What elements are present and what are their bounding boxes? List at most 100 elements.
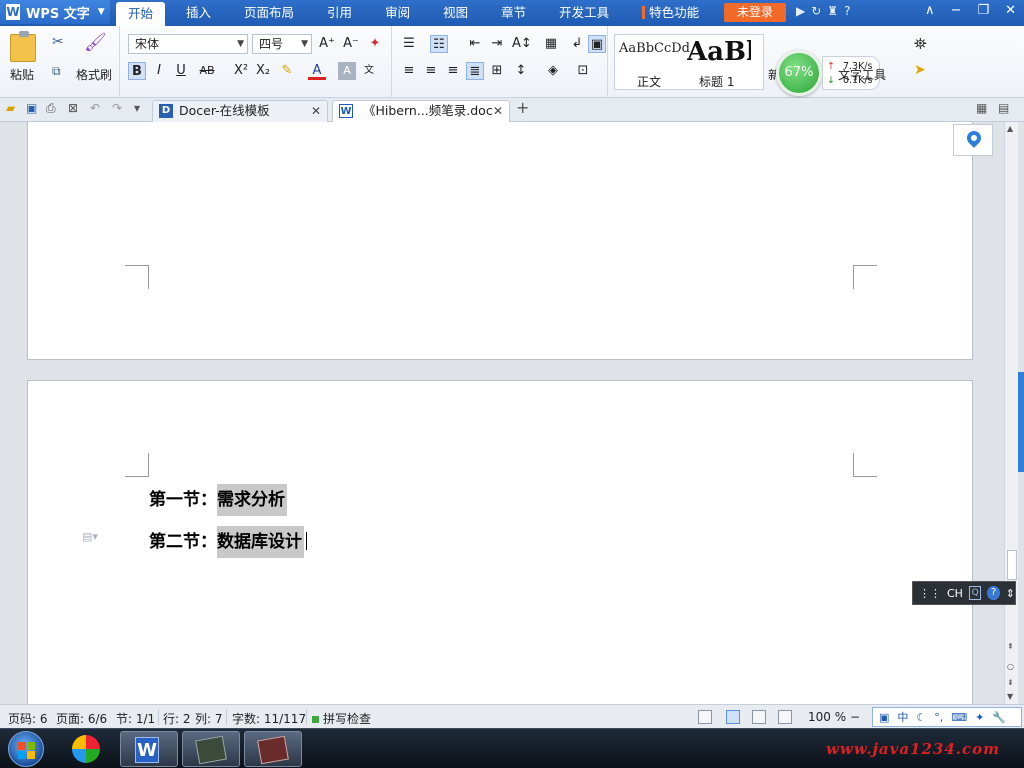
font-color-icon[interactable]: A xyxy=(308,62,326,80)
minimize-icon[interactable]: − xyxy=(951,3,962,18)
underline-icon[interactable]: U xyxy=(172,62,190,80)
find-icon[interactable]: ⛯ xyxy=(914,34,927,54)
paragraph-handle-icon[interactable]: ▤▾ xyxy=(82,530,98,543)
page-6[interactable]: 第一节：需求分析 第二节：数据库设计 xyxy=(27,380,973,704)
char-shading-icon[interactable]: A xyxy=(338,62,356,80)
side-panel-toggle[interactable] xyxy=(1018,372,1024,472)
tab-document[interactable]: W 《Hibern...频笔录.doc ✕ xyxy=(332,100,510,122)
align-center-icon[interactable]: ≡ xyxy=(422,62,440,80)
distribute-icon[interactable]: ⊞ xyxy=(488,62,506,80)
close-tab-icon[interactable]: ✕ xyxy=(311,101,321,121)
progress-circle[interactable]: 67% xyxy=(776,50,822,96)
keyboard-icon[interactable]: ⌨ xyxy=(951,711,967,724)
tab-list-icon[interactable]: ▦ xyxy=(976,101,987,115)
format-painter-label[interactable]: 格式刷 xyxy=(76,66,112,83)
styles-gallery[interactable]: AaBbCcDd AaBl 正文 标题 1 xyxy=(614,34,764,90)
text-tools-button[interactable]: 文字工具 xyxy=(838,66,886,83)
font-size-select[interactable]: 四号 ▼ xyxy=(252,34,312,54)
close-tab-icon[interactable]: ✕ xyxy=(493,101,503,121)
shrink-font-icon[interactable]: A⁻ xyxy=(342,35,360,53)
subscript-icon[interactable]: X₂ xyxy=(254,62,272,80)
scroll-down-icon[interactable]: ▼ xyxy=(1007,692,1013,701)
select-icon[interactable]: ➤ xyxy=(914,62,926,78)
save-icon[interactable]: ▣ xyxy=(26,101,37,115)
prev-page-icon[interactable]: ⇞ xyxy=(1007,642,1014,651)
menu-special-features[interactable]: 特色功能 xyxy=(630,0,711,26)
ime-floating-bar[interactable]: ⋮⋮ CH Q ? ⇕ xyxy=(912,581,1016,605)
ime-pad-icon[interactable]: Q xyxy=(968,586,982,600)
clear-format-icon[interactable]: ✦ xyxy=(366,35,384,53)
scroll-up-icon[interactable]: ▲ xyxy=(1007,124,1013,133)
start-button[interactable] xyxy=(8,731,44,767)
borders-icon[interactable]: ⊡ xyxy=(574,62,592,80)
menu-developer[interactable]: 开发工具 xyxy=(547,0,621,26)
zoom-level[interactable]: 100 % xyxy=(808,710,846,724)
table-grid-icon[interactable]: ▦ xyxy=(542,35,560,53)
section-count[interactable]: 节: 1/1 xyxy=(116,710,155,727)
page-number[interactable]: 页码: 6 xyxy=(8,710,48,727)
outline-view-icon[interactable] xyxy=(752,710,766,724)
help-icon[interactable]: ? xyxy=(844,4,850,18)
superscript-icon[interactable]: X² xyxy=(232,62,250,80)
taskbar-app-recorder[interactable] xyxy=(244,731,302,767)
location-button[interactable] xyxy=(953,124,993,156)
decrease-indent-icon[interactable]: ⇤ xyxy=(466,35,484,53)
section-heading-1[interactable]: 第一节：需求分析 xyxy=(149,484,287,516)
style-heading1[interactable]: 标题 1 xyxy=(699,73,734,90)
font-name-select[interactable]: 宋体 ▼ xyxy=(128,34,248,54)
taskbar-app-color[interactable] xyxy=(60,731,112,767)
restore-icon[interactable]: ❐ xyxy=(977,3,989,18)
redo-icon[interactable]: ↷ xyxy=(112,101,122,115)
strikethrough-icon[interactable]: AB xyxy=(198,62,216,80)
browse-object-icon[interactable]: ○ xyxy=(1007,662,1014,671)
punctuation-icon[interactable]: °, xyxy=(934,711,943,724)
login-button[interactable]: 未登录 xyxy=(724,3,786,22)
vertical-scrollbar[interactable]: ▲ ⇞ ○ ⇟ ▼ xyxy=(1004,122,1018,704)
print-preview-icon[interactable]: ⊠ xyxy=(68,101,78,115)
increase-indent-icon[interactable]: ⇥ xyxy=(488,35,506,53)
wrench-icon[interactable]: 🔧 xyxy=(992,711,1006,724)
highlight-icon[interactable]: ✎ xyxy=(278,62,296,80)
ime-tray-pad-icon[interactable]: ▣ xyxy=(879,711,889,724)
web-view-icon[interactable] xyxy=(778,710,792,724)
tab-docer[interactable]: D Docer-在线模板 ✕ xyxy=(152,100,328,122)
drag-handle-icon[interactable]: ⋮⋮ xyxy=(919,587,941,600)
copy-icon[interactable]: ⧉ xyxy=(52,64,61,79)
text-direction-icon[interactable]: A↕ xyxy=(512,35,532,53)
moon-icon[interactable]: ☾ xyxy=(916,711,926,724)
menu-insert[interactable]: 插入 xyxy=(174,0,223,26)
text-box-icon[interactable]: ▣ xyxy=(588,35,606,53)
tab-menu-icon[interactable]: ▤ xyxy=(998,101,1009,115)
menu-review[interactable]: 审阅 xyxy=(373,0,422,26)
paste-icon[interactable] xyxy=(10,31,36,62)
justify-icon[interactable]: ≣ xyxy=(466,62,484,80)
ime-tray-lang[interactable]: 中 xyxy=(897,709,908,725)
ime-help-icon[interactable]: ? xyxy=(987,586,1000,600)
menu-home[interactable]: 开始 xyxy=(116,2,166,26)
customize-toolbar-icon[interactable]: ▾ xyxy=(134,101,140,115)
style-normal[interactable]: 正文 xyxy=(637,73,661,90)
bullet-list-icon[interactable]: ☰ xyxy=(400,35,418,53)
tools-icon[interactable]: ✦ xyxy=(975,711,984,724)
new-tab-icon[interactable]: + xyxy=(516,98,529,117)
cut-icon[interactable]: ✂ xyxy=(52,34,64,50)
ime-tray[interactable]: ▣ 中 ☾ °, ⌨ ✦ 🔧 xyxy=(872,707,1022,727)
ime-menu-icon[interactable]: ⇕ xyxy=(1006,587,1015,600)
phonetic-guide-icon[interactable]: 文 xyxy=(360,62,378,80)
collapse-ribbon-icon[interactable]: ∧ xyxy=(925,3,935,18)
page-count[interactable]: 页面: 6/6 xyxy=(56,710,107,727)
align-left-icon[interactable]: ≡ xyxy=(400,62,418,80)
show-marks-icon[interactable]: ↲ xyxy=(568,35,586,53)
taskbar-app-terminal[interactable] xyxy=(182,731,240,767)
align-right-icon[interactable]: ≡ xyxy=(444,62,462,80)
numbered-list-icon[interactable]: ☷ xyxy=(430,35,448,53)
word-count[interactable]: 字数: 11/117 xyxy=(232,710,306,727)
italic-icon[interactable]: I xyxy=(150,62,168,80)
app-menu-button[interactable]: W WPS 文字 ▼ xyxy=(0,0,110,24)
format-painter-icon[interactable]: 🖌 xyxy=(84,32,107,53)
section-heading-2[interactable]: 第二节：数据库设计 xyxy=(149,526,307,558)
fullscreen-view-icon[interactable] xyxy=(698,710,712,724)
open-folder-icon[interactable]: ▰ xyxy=(6,101,15,115)
ime-mode[interactable]: CH xyxy=(947,587,963,600)
play-icon[interactable]: ▶ xyxy=(796,4,805,18)
